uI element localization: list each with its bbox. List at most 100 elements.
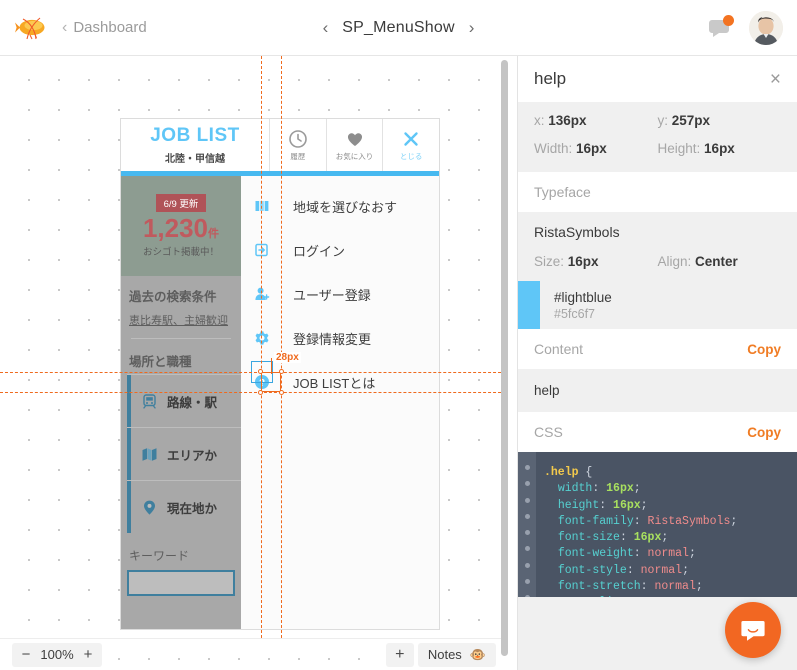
mockup-hero: 6/9 更新 1,230件 おシゴト掲載中！: [121, 176, 241, 276]
mockup-header: JOB LIST 北陸・甲信越 履歴 お気に入り とじる: [121, 119, 439, 171]
mockup-brand-main: JOB LIST: [150, 125, 240, 146]
inspector-color-text: #lightblue #5fc6f7: [540, 281, 612, 329]
inspector-content-label: Content: [534, 341, 584, 357]
inspector-width-value: 16px: [576, 141, 607, 156]
mockup-menu-item-login[interactable]: ログイン: [241, 228, 439, 272]
mockup-menu-item-signup-label: ユーザー登録: [293, 287, 371, 303]
inspector-size-row: Width: 16px Height: 16px: [518, 139, 797, 172]
zoom-out-button[interactable]: −: [16, 644, 36, 666]
mockup-menu-item-settings[interactable]: 登録情報変更: [241, 316, 439, 360]
zoom-in-button[interactable]: +: [78, 644, 98, 666]
add-note-button[interactable]: +: [385, 642, 414, 667]
app-header: ‹ Dashboard ‹ SP_MenuShow ›: [0, 0, 797, 56]
close-x-icon: [404, 131, 418, 146]
selection-handle-bl[interactable]: [258, 390, 263, 395]
inspector-align-value: Center: [695, 254, 738, 269]
selection-box-help-icon[interactable]: [258, 369, 284, 395]
logo-button[interactable]: [0, 14, 62, 42]
guide-horizontal-top: [0, 372, 506, 373]
breadcrumb[interactable]: ‹ Dashboard: [62, 19, 147, 36]
user-add-icon: [253, 286, 271, 302]
mockup-job-count-unit: 件: [208, 228, 220, 240]
inspector-css-header: CSS Copy: [518, 412, 797, 452]
header-actions: [707, 0, 783, 56]
selection-handle-br[interactable]: [279, 390, 284, 395]
design-canvas[interactable]: JOB LIST 北陸・甲信越 履歴 お気に入り とじる 6/9 更新 1,23…: [0, 56, 506, 638]
mockup-row-area-label: エリアか: [167, 448, 218, 463]
mockup-slide-menu: 地域を選びなおす ログイン ユーザー登録 登録情報変更 ? JOB LISTとは: [241, 176, 439, 629]
copy-css-button[interactable]: Copy: [747, 425, 781, 440]
canvas-scrollbar-thumb[interactable]: [501, 60, 508, 656]
mockup-row-current-location[interactable]: 現在地か: [127, 480, 241, 533]
zoom-level-value: 100%: [40, 647, 74, 662]
canvas-scrollbar[interactable]: [500, 60, 509, 662]
mockup-row-train[interactable]: 路線・駅: [127, 374, 241, 427]
inspector-x-value: 136px: [548, 113, 587, 128]
inspector-y: y: 257px: [658, 113, 782, 128]
zeplin-blimp-logo: [15, 17, 45, 39]
mockup-tool-favorite[interactable]: お気に入り: [325, 119, 383, 171]
app-root: ‹ Dashboard ‹ SP_MenuShow › JOB LIST 北陸・…: [0, 0, 797, 670]
mockup-tool-favorite-label: お気に入り: [335, 151, 374, 161]
mockup-tool-history[interactable]: 履歴: [269, 119, 326, 171]
selection-handle-tl[interactable]: [258, 369, 263, 374]
css-code-block[interactable]: .help { width: 16px; height: 16px; font-…: [518, 452, 797, 597]
monkey-emoji-icon: 🐵: [469, 646, 486, 662]
mockup-row-train-label: 路線・駅: [167, 395, 218, 410]
inspector-size-key: Size:: [534, 254, 565, 269]
mockup-menu-item-about-label: JOB LISTとは: [293, 375, 376, 391]
breadcrumb-label[interactable]: Dashboard: [73, 19, 146, 36]
heart-icon: [347, 132, 362, 146]
avatar[interactable]: [749, 11, 783, 45]
inspector-size-value: 16px: [567, 254, 599, 269]
code-gutter: [518, 452, 536, 597]
notes-button-label: Notes: [427, 647, 462, 662]
mockup-job-count: 1,230件: [143, 215, 219, 241]
clock-icon: [289, 129, 307, 148]
inspector-width: Width: 16px: [534, 141, 658, 156]
breadcrumb-back-chevron-icon[interactable]: ‹: [62, 19, 67, 36]
mockup-row-current-location-label: 現在地か: [167, 501, 218, 516]
mockup-tool-close[interactable]: とじる: [382, 119, 439, 171]
prev-screen-chevron-icon[interactable]: ‹: [323, 18, 329, 38]
mockup-menu-item-region[interactable]: 地域を選びなおす: [241, 184, 439, 228]
notes-button[interactable]: Notes 🐵: [417, 642, 496, 667]
inspector-size: Size: 16px: [534, 254, 658, 269]
code-lines: .help { width: 16px; height: 16px; font-…: [544, 466, 738, 597]
canvas-bottom-bar: − 100% + + Notes 🐵: [0, 638, 506, 670]
train-icon: [143, 393, 156, 409]
inspector-height: Height: 16px: [658, 141, 782, 156]
inspector-y-key: y:: [657, 113, 669, 128]
close-icon[interactable]: ×: [770, 70, 781, 89]
guide-vertical-left: [261, 56, 262, 638]
inspector-height-value: 16px: [704, 141, 735, 156]
inspector-title: help: [534, 69, 567, 88]
mockup-history-section: 過去の検索条件 恵比寿駅、主婦歓迎: [121, 276, 241, 343]
mockup-tool-history-label: 履歴: [290, 151, 306, 161]
copy-content-button[interactable]: Copy: [747, 342, 781, 357]
mockup-brand-sub: 北陸・甲信越: [165, 154, 225, 165]
mockup-job-count-value: 1,230: [142, 213, 209, 243]
intercom-launcher-button[interactable]: [725, 602, 781, 658]
inspector-x: x: 136px: [534, 113, 658, 128]
comment-icon[interactable]: [707, 14, 735, 42]
inspector-css-label: CSS: [534, 424, 563, 440]
mockup-history-link[interactable]: 恵比寿駅、主婦歓迎: [129, 312, 233, 328]
mockup-brand: JOB LIST 北陸・甲信越: [121, 119, 269, 171]
next-screen-chevron-icon[interactable]: ›: [469, 18, 475, 38]
book-icon: [253, 198, 271, 214]
inspector-typeface-header: Typeface: [518, 172, 797, 212]
mockup-menu-item-signup[interactable]: ユーザー登録: [241, 272, 439, 316]
user-add-icon-glyph: [255, 287, 270, 300]
inspector-color-row[interactable]: #lightblue #5fc6f7: [518, 281, 797, 329]
login-icon-glyph: [255, 243, 268, 257]
inspector-align-key: Align:: [657, 254, 692, 269]
selection-handle-tr[interactable]: [279, 369, 284, 374]
inspector-width-key: Width:: [534, 141, 573, 156]
mockup-row-area[interactable]: エリアか: [127, 427, 241, 480]
guide-horizontal-bottom: [0, 392, 506, 393]
inspector-position-row: x: 136px y: 257px: [518, 102, 797, 139]
bottom-bar-actions: + Notes 🐵: [385, 642, 496, 667]
mockup-keyword-input[interactable]: [127, 570, 235, 596]
mockup-tool-close-label: とじる: [399, 151, 423, 161]
